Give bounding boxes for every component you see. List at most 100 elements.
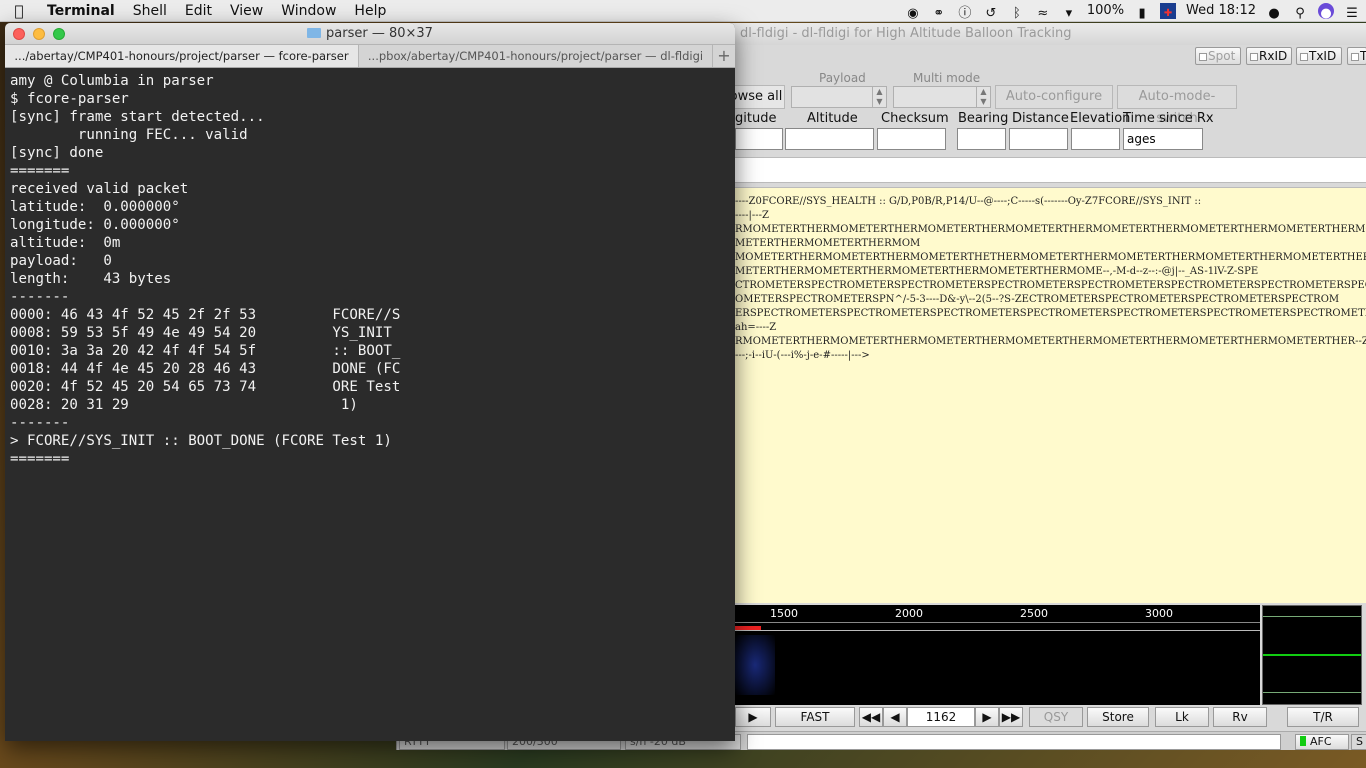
waterfall[interactable]: 1500 2000 2500 3000 [735,605,1260,705]
s-button[interactable]: S [1351,734,1366,750]
bearing-label: Bearing [958,111,1009,126]
volume-icon[interactable]: ▾ [1061,3,1077,21]
apple-menu-icon[interactable]:  [0,2,38,20]
frequency-field[interactable]: 1162 [907,707,975,727]
auto-mode-switch-button[interactable]: Auto-mode-switch [1117,85,1237,126]
rv-button[interactable]: Rv [1213,707,1267,727]
scale-tick: 2500 [1020,607,1048,620]
terminal-line: length: 43 bytes [10,271,172,287]
tab-dl-fldigi[interactable]: ...pbox/abertay/CMP401-honours/project/p… [359,45,713,67]
rx-line: OMETERSPECTROMETERSPN^/-5-3----D&-y\--2(… [735,294,1340,305]
rx-line: ----Z0FCORE//SYS_HEALTH :: G/D,P0B/R,P14… [735,196,1202,207]
rx-line: ---;-i--iU-(---i%-j-e-#-----|---> [735,350,870,361]
menu-bar:  Terminal Shell Edit View Window Help ◉… [0,0,1366,22]
terminal-line: 0028: 20 31 29 1) [10,397,358,413]
terminal-line: longitude: 0.000000° [10,217,180,233]
menu-help[interactable]: Help [345,0,395,22]
play-button[interactable]: ▶ [735,707,771,727]
altitude-label: Altitude [807,111,858,126]
close-button[interactable] [13,28,25,40]
scale-line [735,622,1260,623]
terminal-line: running FEC... valid [10,127,248,143]
longitude-field[interactable] [735,128,783,150]
rx-line: METERTHERMOMETERTHERMOM [735,238,921,249]
menu-view[interactable]: View [221,0,272,22]
wifi-icon[interactable]: ≈ [1035,3,1051,21]
cursor-marker [735,626,761,630]
rx-text-panel[interactable]: ----Z0FCORE//SYS_HEALTH :: G/D,P0B/R,P14… [735,187,1366,603]
browse-all-button[interactable]: owse all [727,85,785,109]
distance-field[interactable] [1009,128,1068,150]
new-tab-plus-icon[interactable]: + [713,45,735,67]
rewind-icon[interactable]: ◀◀ [859,707,883,727]
afc-label: AFC [1310,735,1332,748]
terminal-title-bar[interactable]: parser — 80×37 [5,23,735,45]
scale-tick: 3000 [1145,607,1173,620]
status-message [747,734,1281,750]
status-circle-icon[interactable]: ◉ [905,3,921,21]
spot-button[interactable]: Spot [1195,47,1241,65]
time-machine-icon[interactable]: ↺ [983,3,999,21]
tab-fcore-parser[interactable]: .../abertay/CMP401-honours/project/parse… [5,45,359,67]
terminal-output[interactable]: amy @ Columbia in parser $ fcore-parser [s… [5,68,735,472]
terminal-window: parser — 80×37 .../abertay/CMP401-honour… [5,23,735,741]
auto-configure-button[interactable]: Auto-configure [995,85,1113,109]
terminal-line: ======= [10,451,70,467]
zoom-button[interactable] [53,28,65,40]
multi-mode-select[interactable]: ▲ ▼ [893,86,991,108]
terminal-line: 0000: 46 43 4f 52 45 2f 2f 53 FCORE//S [10,307,401,323]
clock[interactable]: Wed 18:12 [1186,0,1256,22]
lk-button[interactable]: Lk [1155,707,1209,727]
terminal-line: 0020: 4f 52 45 20 54 65 73 74 ORE Test [10,379,401,395]
frequency-scale: 1500 2000 2500 3000 [735,605,1260,631]
step-back-icon[interactable]: ◀ [883,707,907,727]
bearing-field[interactable] [957,128,1006,150]
scale-tick: 2000 [895,607,923,620]
speed-button[interactable]: FAST [775,707,855,727]
rx-line: MOMETERTHERMOMETERTHERMOMETERTHETHERMOME… [735,252,1366,263]
scope-display [1262,605,1362,705]
tr-button[interactable]: T/R [1287,707,1359,727]
rxid-button[interactable]: RxID [1246,47,1292,65]
user-icon[interactable]: ● [1266,3,1282,21]
spotlight-icon[interactable]: ⚲ [1292,3,1308,21]
updown-icon: ▲ ▼ [976,87,990,107]
altitude-field[interactable] [785,128,874,150]
afc-button[interactable]: AFC [1295,734,1349,750]
creative-cloud-icon[interactable]: ⚭ [931,3,947,21]
elevation-field[interactable] [1071,128,1120,150]
uk-flag-icon[interactable]: ✚ [1160,3,1177,19]
rx-line: ERSPECTROMETERSPECTROMETERSPECTROMETERSP… [735,308,1366,319]
bluetooth-icon[interactable]: ᛒ [1009,3,1025,21]
terminal-line: latitude: 0.000000° [10,199,180,215]
minimize-button[interactable] [33,28,45,40]
checksum-field[interactable] [877,128,946,150]
siri-icon[interactable]: ● [1318,3,1334,21]
terminal-title: parser — 80×37 [326,26,433,41]
t-button[interactable]: T [1347,47,1366,65]
menu-window[interactable]: Window [272,0,345,22]
updown-icon: ▲ ▼ [872,87,886,107]
store-button[interactable]: Store [1087,707,1149,727]
terminal-line: payload: 0 [10,253,112,269]
battery-icon[interactable]: ▮ [1134,3,1150,21]
notification-center-icon[interactable]: ☰ [1344,3,1360,21]
menu-edit[interactable]: Edit [176,0,221,22]
info-icon[interactable]: ⓘ [957,3,973,21]
longitude-label: gitude [735,111,777,126]
fast-forward-icon[interactable]: ▶▶ [999,707,1023,727]
time-since-rx-field[interactable]: ages [1123,128,1203,150]
menu-shell[interactable]: Shell [124,0,176,22]
terminal-line: altitude: 0m [10,235,121,251]
step-forward-icon[interactable]: ▶ [975,707,999,727]
rx-line: METERTHERMOMETERTHERMOMETERTHERMOMETERTH… [735,266,1259,277]
elevation-label: Elevation [1070,111,1131,126]
multi-mode-label: Multi mode [913,71,981,85]
txid-button[interactable]: TxID [1296,47,1342,65]
payload-select[interactable]: ▲ ▼ [791,86,887,108]
menu-app-terminal[interactable]: Terminal [38,0,124,22]
scale-tick: 1500 [770,607,798,620]
folder-icon [307,28,322,38]
qsy-button[interactable]: QSY [1029,707,1083,727]
terminal-line: amy @ Columbia in parser [10,73,214,89]
